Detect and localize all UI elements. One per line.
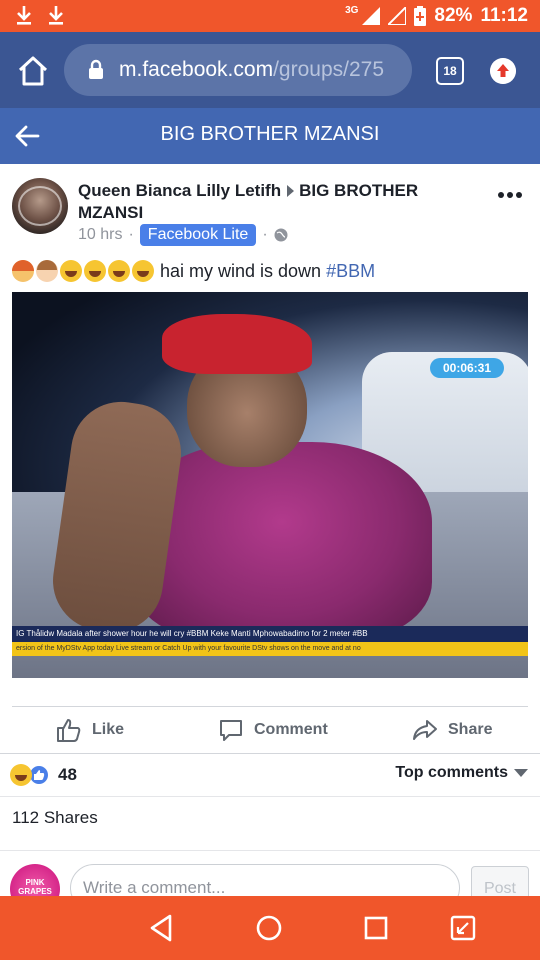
lock-icon	[89, 59, 103, 79]
comment-label: Comment	[254, 721, 328, 738]
woman-emoji-icon	[12, 260, 34, 282]
home-circle-icon[interactable]	[253, 912, 285, 944]
post-header: Queen Bianca Lilly Letifh BIG BROTHER MZA…	[0, 164, 540, 254]
address-bar[interactable]: m.facebook.com/groups/275	[64, 44, 412, 96]
signal-icon	[362, 7, 381, 25]
browser-toolbar: m.facebook.com/groups/275 18	[0, 32, 540, 108]
screen-toggle-icon[interactable]	[447, 912, 479, 944]
url-text: m.facebook.com/groups/275	[119, 58, 384, 82]
clock: 11:12	[480, 5, 528, 26]
laughing-emoji-icon	[84, 260, 106, 282]
like-button[interactable]: Like	[56, 707, 124, 753]
reaction-count: 48	[58, 765, 77, 784]
back-triangle-icon[interactable]	[146, 912, 178, 944]
author-avatar[interactable]	[12, 178, 68, 234]
share-icon	[413, 720, 437, 740]
url-path: /groups/275	[273, 58, 384, 81]
laughing-emoji-icon	[108, 260, 130, 282]
laughing-emoji-icon	[132, 260, 154, 282]
tv-ticker-bottom: ersion of the MyDStv App today Live stre…	[12, 642, 528, 656]
home-icon[interactable]	[16, 54, 50, 88]
upload-icon[interactable]	[490, 58, 516, 84]
post-meta: 10 hrs · Facebook Lite ·	[78, 224, 288, 246]
recent-apps-icon[interactable]	[360, 912, 392, 944]
share-button[interactable]: Share	[412, 707, 492, 753]
android-nav-bar	[0, 896, 540, 960]
tab-switcher-button[interactable]: 18	[436, 57, 464, 85]
comment-button[interactable]: Comment	[218, 707, 328, 753]
chevron-down-icon	[514, 769, 528, 777]
meta-separator: ·	[128, 226, 134, 243]
reactions-summary[interactable]: 48	[10, 762, 77, 788]
url-host: m.facebook.com	[119, 58, 274, 81]
girl-emoji-icon	[36, 260, 58, 282]
signal-icon	[388, 7, 407, 25]
divider	[0, 850, 540, 851]
divider	[0, 753, 540, 754]
post-text: hai my wind is down #BBM	[12, 258, 532, 284]
post-time[interactable]: 10 hrs	[78, 226, 122, 244]
download-icon	[17, 6, 31, 25]
group-title: BIG BROTHER MZANSI	[160, 123, 380, 145]
laughing-emoji-icon	[60, 260, 82, 282]
battery-icon	[414, 6, 427, 26]
author-name[interactable]: Queen Bianca Lilly Letifh	[78, 181, 281, 200]
tv-timer: 00:06:31	[430, 358, 504, 378]
like-label: Like	[92, 721, 125, 738]
divider	[0, 796, 540, 797]
app-badge: Facebook Lite	[139, 224, 257, 246]
top-comments-label: Top comments	[395, 764, 508, 781]
status-bar: 3G 82% 11:12	[0, 0, 540, 32]
haha-reaction-icon	[10, 764, 32, 786]
globe-icon	[274, 228, 288, 242]
meta-separator: ·	[262, 226, 268, 243]
thumbs-up-icon	[57, 719, 81, 742]
battery-level: 82%	[434, 5, 473, 26]
comment-icon	[220, 720, 242, 741]
post-author-line: Queen Bianca Lilly Letifh BIG BROTHER MZA…	[78, 180, 478, 224]
group-header: BIG BROTHER MZANSI	[0, 108, 540, 164]
post-photo[interactable]: 00:06:31 IG Thålidw Madala after shower …	[12, 292, 528, 678]
top-comments-dropdown[interactable]: Top comments	[395, 764, 528, 782]
triangle-right-icon	[287, 185, 295, 198]
download-icon	[49, 6, 63, 25]
hashtag-link[interactable]: #BBM	[326, 261, 375, 282]
post-message: hai my wind is down	[160, 260, 322, 281]
post-action-bar: Like Comment Share	[0, 707, 540, 753]
network-type-label: 3G	[345, 4, 359, 16]
tv-ticker-top: IG Thålidw Madala after shower hour he w…	[12, 626, 528, 642]
more-options-icon[interactable]	[498, 192, 522, 198]
share-label: Share	[448, 721, 493, 738]
shares-count[interactable]: 112 Shares	[12, 808, 98, 828]
